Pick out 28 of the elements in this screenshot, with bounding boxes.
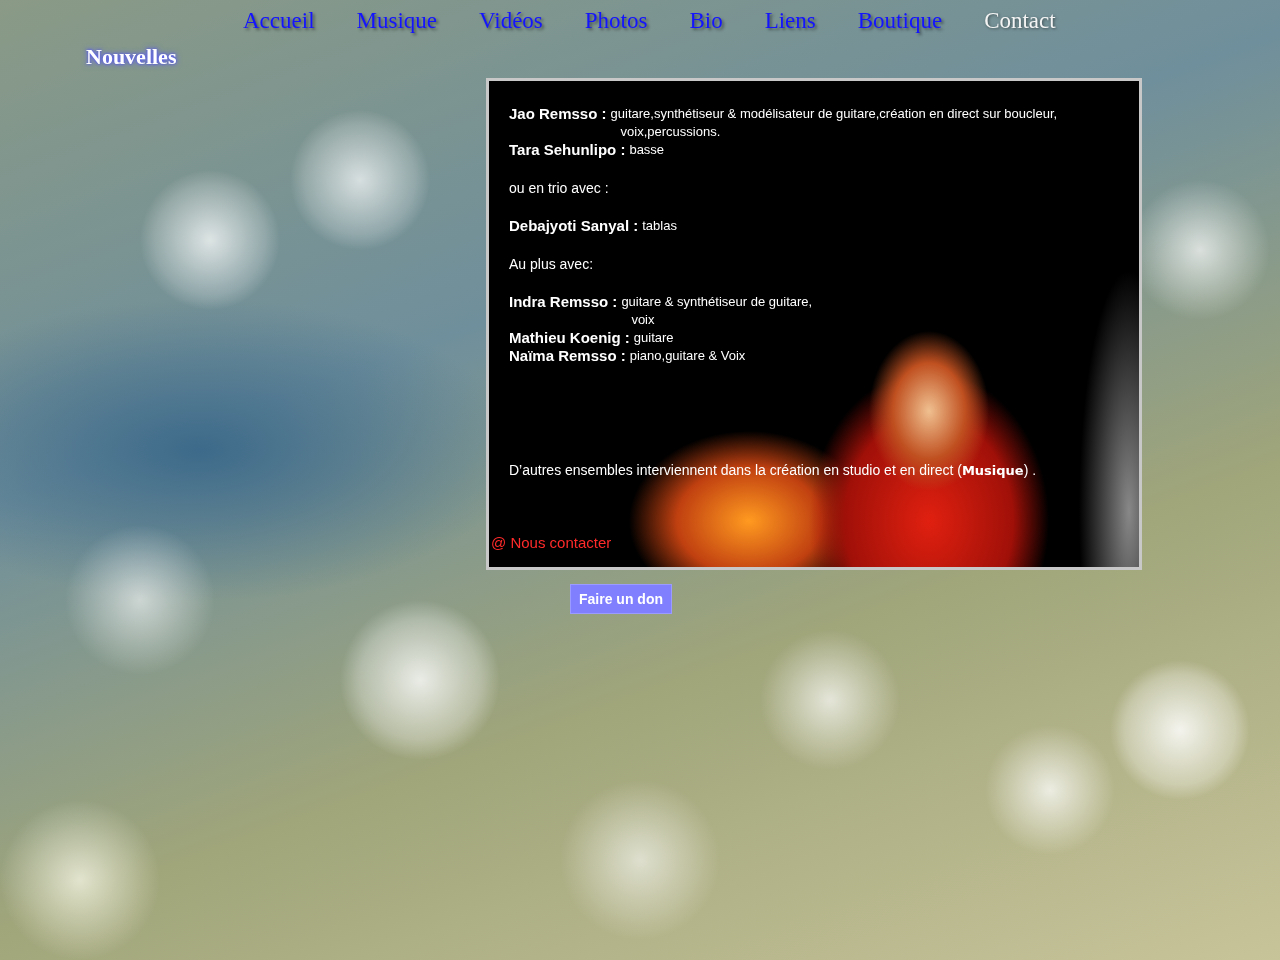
member-name: Jao Remsso : — [509, 105, 607, 123]
member-role: basse — [629, 141, 665, 159]
member-role: voix,percussions. — [619, 123, 722, 141]
nav-link[interactable]: Photos — [584, 6, 648, 38]
member-name: Mathieu Koenig : — [509, 329, 630, 347]
nav-link[interactable]: Bio — [689, 6, 723, 38]
nav-link[interactable]: Vidéos — [479, 6, 543, 38]
member-name: Indra Remsso : — [509, 293, 618, 311]
member-role: tablas — [642, 217, 677, 235]
section-heading: Nouvelles — [86, 44, 178, 71]
member-name: Debajyoti Sanyal : — [509, 217, 639, 235]
nav-link[interactable]: Boutique — [857, 6, 943, 38]
donate-button[interactable]: Faire un don — [570, 584, 672, 614]
member-name: Tara Sehunlipo : — [509, 141, 626, 159]
nav-link[interactable]: Musique — [356, 6, 437, 38]
nav-link[interactable]: Contact — [984, 6, 1056, 38]
paragraph-text: D’autres ensembles interviennent dans la création en studio et en direct (Musique) . — [509, 461, 1038, 480]
contact-link[interactable]: @ Nous contacter — [491, 534, 612, 551]
member-role: guitare — [633, 329, 674, 347]
paragraph-text: Au plus avec: — [509, 255, 595, 273]
member-role: guitare & synthétiseur de guitare, — [621, 293, 813, 311]
member-role: piano,guitare & Voix — [629, 347, 746, 365]
member-name: Naïma Remsso : — [509, 347, 626, 365]
nav-link[interactable]: Liens — [764, 6, 816, 38]
member-role: guitare,synthétiseur & modélisateur de guitare,création en direct sur boucleur, — [610, 105, 1058, 123]
member-role: voix — [630, 311, 656, 329]
paragraph-text: ou en trio avec : — [509, 179, 610, 197]
nav-link[interactable]: Accueil — [243, 6, 315, 38]
